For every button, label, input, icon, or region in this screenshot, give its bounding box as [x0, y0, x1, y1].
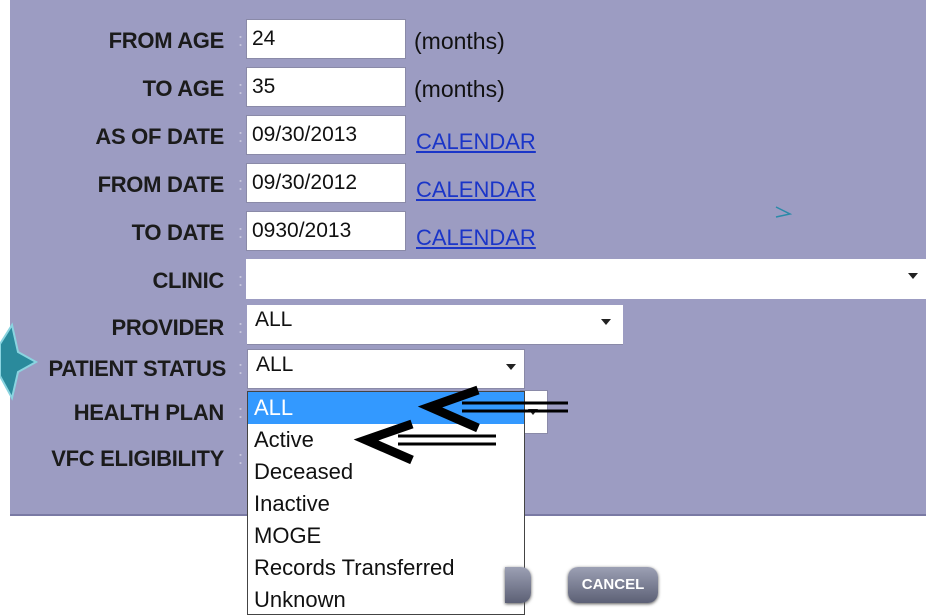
annotation-layer	[0, 206, 793, 465]
star-icon	[0, 322, 39, 401]
cursor-mark	[775, 206, 793, 218]
arrow-icon	[417, 385, 568, 433]
